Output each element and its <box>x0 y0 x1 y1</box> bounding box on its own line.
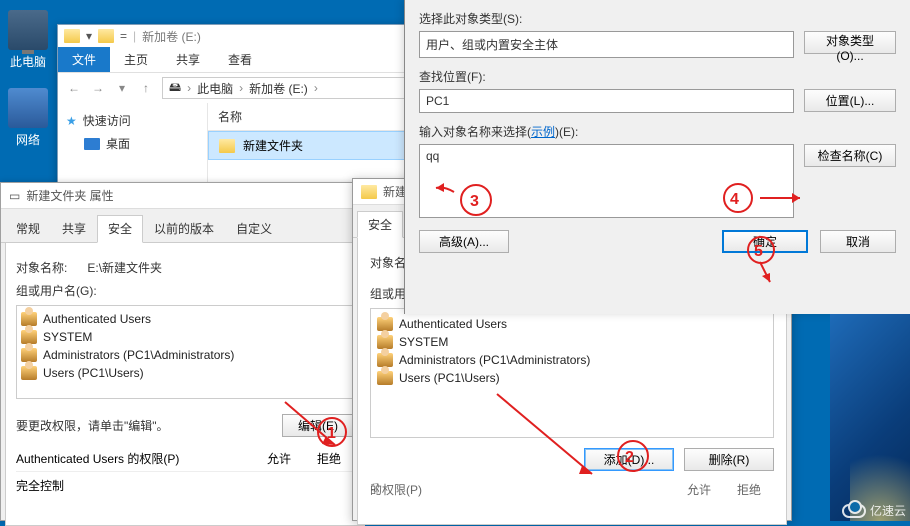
remove-button[interactable]: 删除(R) <box>684 448 774 471</box>
chevron-right-icon: › <box>187 81 191 95</box>
user-group-icon <box>21 312 37 326</box>
cloud-icon <box>842 504 866 518</box>
names-label: 输入对象名称来选择(示例)(E): <box>419 123 896 140</box>
object-type-label: 选择此对象类型(S): <box>419 10 896 27</box>
list-item: SYSTEM <box>21 328 349 346</box>
user-group-icon <box>21 366 37 380</box>
allow-header: 允许 <box>254 450 304 467</box>
list-item: Administrators (PC1\Administrators) <box>377 351 767 369</box>
properties-tabs: 常规 共享 安全 以前的版本 自定义 <box>1 215 363 243</box>
back-button[interactable]: ← <box>66 81 82 95</box>
list-item: Authenticated Users <box>377 315 767 333</box>
chevron-right-icon: › <box>314 81 318 95</box>
sidebar-item-label: 桌面 <box>106 135 130 152</box>
user-group-icon <box>21 330 37 344</box>
object-names-input[interactable]: qq <box>419 144 794 218</box>
edit-hint: 要更改权限，请单击"编辑"。 <box>16 417 272 434</box>
object-type-field[interactable]: 用户、组或内置安全主体 <box>419 31 794 58</box>
explorer-sidebar: ★ 快速访问 桌面 <box>58 103 208 183</box>
tab-security[interactable]: 安全 <box>357 211 403 238</box>
list-item: SYSTEM <box>377 333 767 351</box>
desktop-icon-network[interactable]: 网络 <box>6 88 50 148</box>
permissions-label: Authenticated Users 的权限(P) <box>16 450 254 467</box>
cancel-button[interactable]: 取消 <box>820 230 896 253</box>
locations-button[interactable]: 位置(L)... <box>804 89 896 112</box>
user-group-icon <box>377 335 393 349</box>
users-list[interactable]: Authenticated Users SYSTEM Administrator… <box>370 308 774 438</box>
user-group-icon <box>21 348 37 362</box>
list-item: Users (PC1\Users) <box>377 369 767 387</box>
tab-custom[interactable]: 自定义 <box>225 215 283 242</box>
breadcrumb-item[interactable]: 新加卷 (E:) <box>249 80 308 97</box>
object-name-row: 对象名称: E:\新建文件夹 <box>16 259 354 276</box>
examples-link[interactable]: 示例 <box>531 125 555 139</box>
desktop-icon-label: 网络 <box>6 131 50 148</box>
tab-view[interactable]: 查看 <box>214 47 266 72</box>
watermark: 亿速云 <box>842 502 906 519</box>
breadcrumb-item[interactable]: 此电脑 <box>197 80 233 97</box>
desktop-icon-label: 此电脑 <box>6 53 50 70</box>
advanced-button[interactable]: 高级(A)... <box>419 230 509 253</box>
add-button[interactable]: 添加(D)... <box>584 448 674 471</box>
permission-name: 完全控制 <box>16 479 64 493</box>
edit-button[interactable]: 编辑(E) <box>282 414 354 437</box>
chevron-right-icon: › <box>239 81 243 95</box>
user-group-icon <box>377 371 393 385</box>
ok-button[interactable]: 确定 <box>722 230 808 253</box>
object-name-value: E:\新建文件夹 <box>87 261 162 275</box>
user-group-icon <box>377 353 393 367</box>
history-dropdown[interactable]: ▾ <box>114 81 130 95</box>
deny-header: 拒绝 <box>724 481 774 498</box>
user-group-icon <box>377 317 393 331</box>
sidebar-item-quick-access[interactable]: ★ 快速访问 <box>64 109 201 132</box>
location-label: 查找位置(F): <box>419 68 896 85</box>
forward-button[interactable]: → <box>90 81 106 95</box>
list-item: Administrators (PC1\Administrators) <box>21 346 349 364</box>
sidebar-item-label: 快速访问 <box>83 112 131 129</box>
desktop-icon <box>84 138 100 150</box>
tab-security[interactable]: 安全 <box>97 215 143 243</box>
drive-icon: 🖴 <box>169 78 181 99</box>
check-names-button[interactable]: 检查名称(C) <box>804 144 896 167</box>
allow-header: 允许 <box>674 481 724 498</box>
watermark-text: 亿速云 <box>870 502 906 519</box>
tab-file[interactable]: 文件 <box>58 47 110 72</box>
tab-share[interactable]: 共享 <box>51 215 97 242</box>
list-item: Users (PC1\Users) <box>21 364 349 382</box>
monitor-icon <box>8 10 48 50</box>
star-icon: ★ <box>66 114 77 128</box>
desktop-icon-computer[interactable]: 此电脑 <box>6 10 50 70</box>
tab-share[interactable]: 共享 <box>162 47 214 72</box>
folder-icon <box>98 29 114 43</box>
tab-previous[interactable]: 以前的版本 <box>143 215 225 242</box>
tab-home[interactable]: 主页 <box>110 47 162 72</box>
up-button[interactable]: ↑ <box>138 81 154 95</box>
file-name: 新建文件夹 <box>243 137 303 154</box>
sidebar-item-desktop[interactable]: 桌面 <box>64 132 201 155</box>
properties-dialog: ▭ 新建文件夹 属性 常规 共享 安全 以前的版本 自定义 对象名称: E:\新… <box>0 182 370 521</box>
deny-header: 拒绝 <box>304 450 354 467</box>
object-types-button[interactable]: 对象类型(O)... <box>804 31 896 54</box>
tab-general[interactable]: 常规 <box>5 215 51 242</box>
dialog-title-text: 新建文件夹 属性 <box>26 187 113 204</box>
folder-icon <box>64 29 80 43</box>
list-item: Authenticated Users <box>21 310 349 328</box>
dialog-title: ▭ 新建文件夹 属性 <box>1 183 369 209</box>
users-list[interactable]: Authenticated Users SYSTEM Administrator… <box>16 305 354 399</box>
desktop-wallpaper <box>830 314 910 521</box>
hand-cursor-icon: ☟ <box>370 480 380 500</box>
select-users-dialog: 选择此对象类型(S): 用户、组或内置安全主体 对象类型(O)... 查找位置(… <box>404 0 910 314</box>
group-label: 组或用户名(G): <box>16 282 354 299</box>
permission-row: 完全控制 <box>16 471 354 499</box>
dialog-icon: ▭ <box>9 189 20 203</box>
folder-icon <box>219 139 235 153</box>
network-icon <box>8 88 48 128</box>
object-name-label: 对象名称: <box>16 261 67 275</box>
location-field[interactable]: PC1 <box>419 89 794 113</box>
folder-icon <box>361 185 377 199</box>
